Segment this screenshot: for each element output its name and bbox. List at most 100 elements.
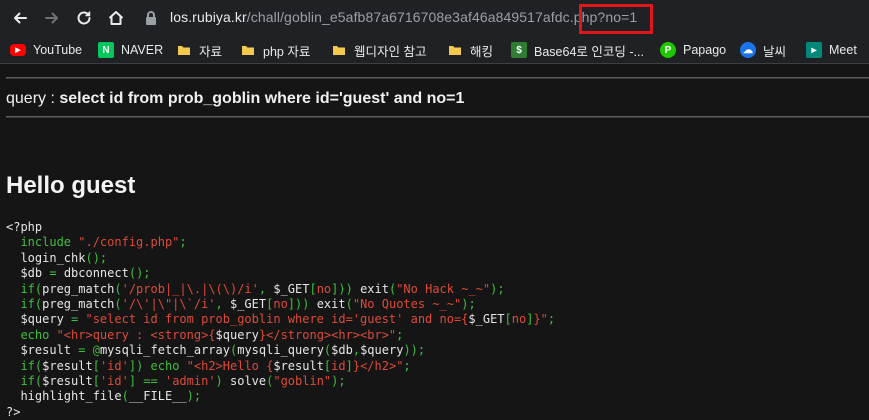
bookmark-label: php 자료 — [263, 44, 311, 59]
code-token: exit — [316, 296, 346, 311]
code-token: 'admin' — [164, 373, 216, 388]
code-token: mysqli_query — [237, 343, 324, 358]
divider-top — [6, 77, 869, 79]
code-token: ]) echo — [128, 358, 187, 373]
bookmark-item[interactable]: ☁ 날씨 — [740, 41, 786, 59]
code-token: if( — [6, 281, 43, 296]
weather-icon: ☁ — [740, 42, 756, 58]
code-token: [ — [92, 358, 100, 373]
forward-arrow-icon[interactable] — [40, 6, 64, 30]
code-token: (); — [85, 250, 108, 265]
page-content: query : select id from prob_goblin where… — [0, 64, 869, 420]
back-arrow-icon[interactable] — [8, 6, 32, 30]
bookmark-item[interactable]: php 자료 — [240, 41, 310, 59]
code-token: = — [49, 266, 64, 281]
code-token: preg_match — [42, 281, 115, 296]
code-token: include — [6, 235, 79, 250]
bookmark-label: NAVER — [121, 43, 164, 57]
code-token: $query — [215, 327, 259, 342]
bookmark-item[interactable]: 웹디자인 참고 — [331, 41, 426, 59]
bookmark-label: YouTube — [33, 43, 83, 57]
bookmark-item[interactable]: N NAVER — [98, 41, 163, 59]
code-line: if($result['id'] == 'admin') solve("gobl… — [6, 374, 555, 389]
code-token: mysqli_fetch_array — [99, 343, 230, 358]
bookmark-item[interactable]: P Papago — [660, 41, 726, 59]
code-token: , — [258, 281, 274, 296]
code-token: exit — [360, 281, 389, 296]
code-token: ); — [331, 373, 346, 388]
code-token: ); — [461, 296, 476, 311]
code-token: dbconnect — [63, 266, 129, 281]
url-host: los.rubiya.kr — [170, 9, 247, 25]
code-line: if(preg_match('/prob|_|\.|\(\)/i', $_GET… — [6, 282, 555, 297]
lock-icon[interactable] — [144, 10, 158, 26]
code-line: ?> — [6, 405, 555, 420]
code-line: <?php — [6, 220, 555, 235]
code-token: no — [511, 312, 527, 327]
bookmark-item[interactable]: 해킹 — [447, 41, 493, 59]
code-token: $db — [331, 343, 353, 358]
url-text[interactable]: los.rubiya.kr/chall/goblin_e5afb87a67167… — [170, 9, 637, 25]
code-token: "goblin" — [273, 373, 332, 388]
code-token: ) — [215, 373, 230, 388]
folder-icon — [447, 42, 463, 58]
code-token: __FILE__ — [128, 389, 187, 404]
code-token: (); — [128, 266, 151, 281]
code-token: $query — [360, 343, 404, 358]
code-token: [ — [92, 373, 100, 388]
code-line: $db = dbconnect(); — [6, 266, 555, 281]
code-token: 'id' — [99, 358, 129, 373]
code-token: $_GET — [229, 296, 267, 311]
divider-bottom — [6, 116, 869, 118]
code-token: highlight_file — [6, 389, 122, 404]
youtube-icon: ▶ — [10, 44, 26, 56]
query-line: query : select id from prob_goblin where… — [6, 90, 464, 108]
reload-icon[interactable] — [72, 6, 96, 30]
code-token: "<h2>Hello { — [186, 358, 274, 373]
code-line: login_chk(); — [6, 251, 555, 266]
bookmark-label: 날씨 — [763, 44, 787, 59]
code-token: if( — [6, 296, 43, 311]
folder-icon — [331, 42, 347, 58]
code-line: $query = "select id from prob_goblin whe… — [6, 312, 555, 327]
bookmark-item[interactable]: 자료 — [176, 41, 222, 59]
code-token: $result — [6, 343, 79, 358]
browser-toolbar: los.rubiya.kr/chall/goblin_e5afb87a67167… — [0, 0, 869, 36]
bookmark-label: 자료 — [199, 44, 223, 59]
code-token: ); — [490, 281, 505, 296]
code-token: [ — [309, 281, 317, 296]
code-token: ( — [114, 281, 122, 296]
code-token: , — [352, 343, 361, 358]
code-line: $result = @mysqli_fetch_array(mysqli_que… — [6, 343, 555, 358]
code-line: echo "<hr>query : <strong>{$query}</stro… — [6, 328, 555, 343]
home-icon[interactable] — [104, 6, 128, 30]
papago-icon: P — [660, 42, 676, 58]
code-token: ; — [403, 358, 411, 373]
code-token: if( — [6, 358, 43, 373]
folder-icon — [240, 42, 256, 58]
code-token: = @ — [78, 343, 100, 358]
code-token: solve — [230, 373, 267, 388]
code-token: )); — [403, 343, 426, 358]
code-token: $_GET — [468, 312, 505, 327]
code-token: no — [316, 281, 332, 296]
code-token: no — [273, 296, 288, 311]
bookmarks-bar: ▶ YouTube N NAVER 자료 php 자료 웹디자인 참고 해킹 $ Base64로 … — [0, 36, 869, 64]
code-token: login_chk — [6, 250, 86, 265]
code-line: include "./config.php"; — [6, 235, 555, 250]
code-line: if(preg_match('/\'|\"|\`/i', $_GET[no]))… — [6, 297, 555, 312]
base64-icon: $ — [511, 42, 527, 58]
code-token: 'id' — [99, 373, 129, 388]
code-token: "No Hack ~_~" — [396, 281, 491, 296]
bookmark-item[interactable]: ▶ YouTube — [10, 41, 82, 59]
bookmark-item[interactable]: $ Base64로 인코딩 -... — [511, 41, 644, 59]
naver-icon: N — [98, 42, 114, 58]
code-line: highlight_file(__FILE__); — [6, 389, 555, 404]
code-token: ])) — [287, 296, 317, 311]
bookmark-item[interactable]: ▸ Meet — [806, 41, 857, 59]
code-line: if($result['id']) echo "<h2>Hello {$resu… — [6, 359, 555, 374]
code-token: ; — [396, 327, 404, 342]
folder-icon — [176, 42, 192, 58]
code-token: ); — [186, 389, 202, 404]
code-token: '/prob|_|\.|\(\)/i' — [121, 281, 259, 296]
